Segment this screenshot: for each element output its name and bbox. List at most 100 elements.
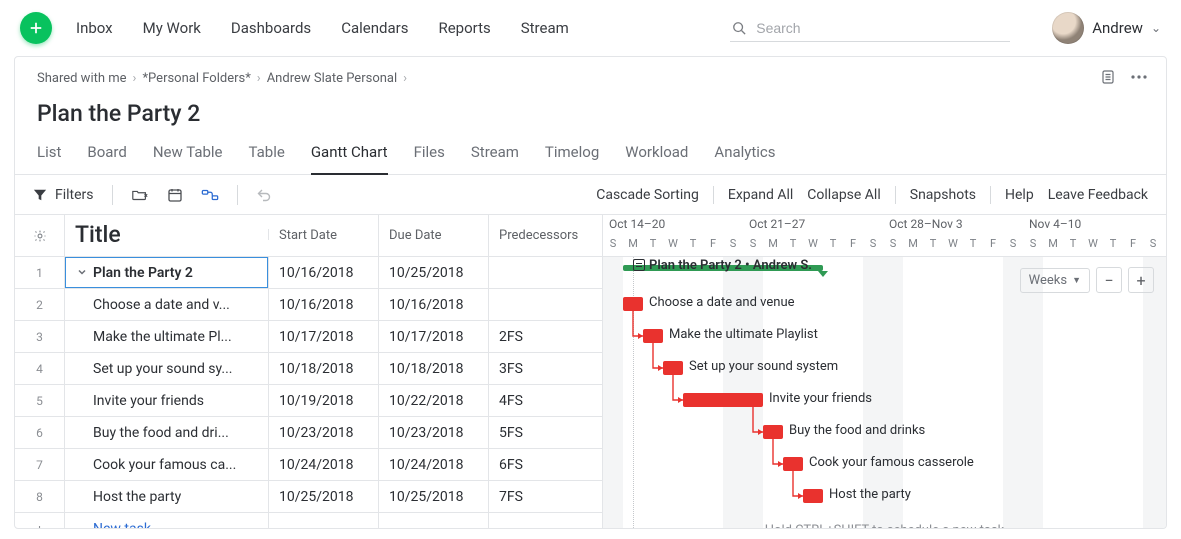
gantt-task-bar[interactable] [643,329,663,343]
tab-workload[interactable]: Workload [625,143,688,174]
gantt-bar-label: Host the party [829,487,911,502]
new-task-row[interactable]: +New task [15,513,602,528]
task-title-cell[interactable]: Choose a date and v... [65,289,269,320]
predecessors-cell[interactable]: 6FS [489,449,602,480]
nav-dashboards[interactable]: Dashboards [231,19,311,37]
task-title-cell[interactable]: Cook your famous ca... [65,449,269,480]
breadcrumb-item[interactable]: Shared with me [37,71,127,86]
undo-button[interactable] [256,187,272,203]
grid-settings-button[interactable] [15,215,65,256]
start-date-cell[interactable]: 10/24/2018 [269,449,379,480]
start-date-cell[interactable]: 10/19/2018 [269,385,379,416]
column-title[interactable]: Title [65,229,269,240]
gantt-canvas[interactable]: Plan the Party 2 • Andrew S.Choose a dat… [603,257,1166,528]
calendar-settings-button[interactable] [167,187,183,203]
start-date-cell[interactable] [269,513,379,528]
start-date-cell[interactable]: 10/25/2018 [269,481,379,512]
zoom-out-button[interactable]: − [1096,267,1122,293]
tab-list[interactable]: List [37,143,61,174]
column-due-date[interactable]: Due Date [379,215,489,256]
help-button[interactable]: Help [1005,187,1034,203]
table-row[interactable]: 4Set up your sound sy...10/18/201810/18/… [15,353,602,385]
nav-calendars[interactable]: Calendars [341,19,408,37]
user-menu[interactable]: Andrew ⌄ [1052,12,1161,44]
nav-reports[interactable]: Reports [438,19,490,37]
tab-analytics[interactable]: Analytics [714,143,775,174]
more-button[interactable] [1130,69,1148,85]
gantt-task-bar[interactable] [683,393,763,407]
table-row[interactable]: 1Plan the Party 210/16/201810/25/2018 [15,257,602,289]
tab-stream[interactable]: Stream [471,143,519,174]
tab-newtable[interactable]: New Table [153,143,223,174]
predecessors-cell[interactable] [489,257,602,288]
tab-gantt[interactable]: Gantt Chart [311,143,388,175]
due-date-cell[interactable]: 10/25/2018 [379,481,489,512]
predecessors-cell[interactable]: 3FS [489,353,602,384]
table-row[interactable]: 3Make the ultimate Pl...10/17/201810/17/… [15,321,602,353]
nav-stream[interactable]: Stream [521,19,569,37]
predecessors-cell[interactable]: 4FS [489,385,602,416]
predecessors-cell[interactable] [489,513,602,528]
due-date-cell[interactable]: 10/17/2018 [379,321,489,352]
tab-table[interactable]: Table [249,143,285,174]
start-date-cell[interactable]: 10/16/2018 [269,289,379,320]
snapshots-button[interactable]: Snapshots [910,187,976,203]
due-date-cell[interactable]: 10/16/2018 [379,289,489,320]
leave-feedback-button[interactable]: Leave Feedback [1048,187,1148,203]
column-predecessors[interactable]: Predecessors [489,215,602,256]
start-date-cell[interactable]: 10/16/2018 [269,257,379,288]
tab-timelog[interactable]: Timelog [545,143,599,174]
gantt-task-bar[interactable] [783,457,803,471]
create-button[interactable] [20,12,52,44]
table-row[interactable]: 2Choose a date and v...10/16/201810/16/2… [15,289,602,321]
gantt-task-bar[interactable] [763,425,783,439]
due-date-cell[interactable]: 10/23/2018 [379,417,489,448]
table-row[interactable]: 5Invite your friends10/19/201810/22/2018… [15,385,602,417]
collapse-all-button[interactable]: Collapse All [807,187,880,203]
task-title-cell[interactable]: Make the ultimate Pl... [65,321,269,352]
collapse-caret-icon[interactable] [75,265,89,279]
due-date-cell[interactable]: 10/18/2018 [379,353,489,384]
search-input[interactable] [754,19,1008,37]
task-title-cell[interactable]: Set up your sound sy... [65,353,269,384]
due-date-cell[interactable]: 10/25/2018 [379,257,489,288]
tab-board[interactable]: Board [87,143,126,174]
task-title-cell[interactable]: Plan the Party 2 [65,257,269,288]
dependencies-button[interactable] [201,187,219,203]
nav-inbox[interactable]: Inbox [76,19,113,37]
nav-my-work[interactable]: My Work [143,19,201,37]
zoom-in-button[interactable]: + [1128,267,1154,293]
task-title-cell[interactable]: Host the party [65,481,269,512]
predecessors-cell[interactable] [489,289,602,320]
zoom-level-dropdown[interactable]: Weeks ▼ [1020,268,1090,293]
gantt-task-bar[interactable] [623,297,643,311]
filters-button[interactable]: Filters [33,187,94,203]
gantt-task-bar[interactable] [803,489,823,503]
expand-all-button[interactable]: Expand All [728,187,793,203]
table-row[interactable]: 8Host the party10/25/201810/25/20187FS [15,481,602,513]
breadcrumb-item[interactable]: *Personal Folders* [142,71,250,86]
start-date-cell[interactable]: 10/23/2018 [269,417,379,448]
details-button[interactable] [1100,69,1116,85]
due-date-cell[interactable] [379,513,489,528]
task-title-cell[interactable]: Invite your friends [65,385,269,416]
table-row[interactable]: 6Buy the food and dri...10/23/201810/23/… [15,417,602,449]
breadcrumb-item[interactable]: Andrew Slate Personal [267,71,397,86]
gantt-task-bar[interactable] [663,361,683,375]
due-date-cell[interactable]: 10/22/2018 [379,385,489,416]
due-date-cell[interactable]: 10/24/2018 [379,449,489,480]
new-task-cell[interactable]: New task [65,513,269,528]
expand-folders-button[interactable] [131,187,149,203]
task-title-cell[interactable]: Buy the food and dri... [65,417,269,448]
cascade-sorting-button[interactable]: Cascade Sorting [596,187,699,203]
start-date-cell[interactable]: 10/18/2018 [269,353,379,384]
predecessors-cell[interactable]: 2FS [489,321,602,352]
tab-files[interactable]: Files [414,143,445,174]
start-date-cell[interactable]: 10/17/2018 [269,321,379,352]
table-row[interactable]: 7Cook your famous ca...10/24/201810/24/2… [15,449,602,481]
zoom-level-label: Weeks [1029,273,1067,288]
predecessors-cell[interactable]: 5FS [489,417,602,448]
predecessors-cell[interactable]: 7FS [489,481,602,512]
column-start-date[interactable]: Start Date [269,215,379,256]
search-field[interactable] [730,15,1010,42]
